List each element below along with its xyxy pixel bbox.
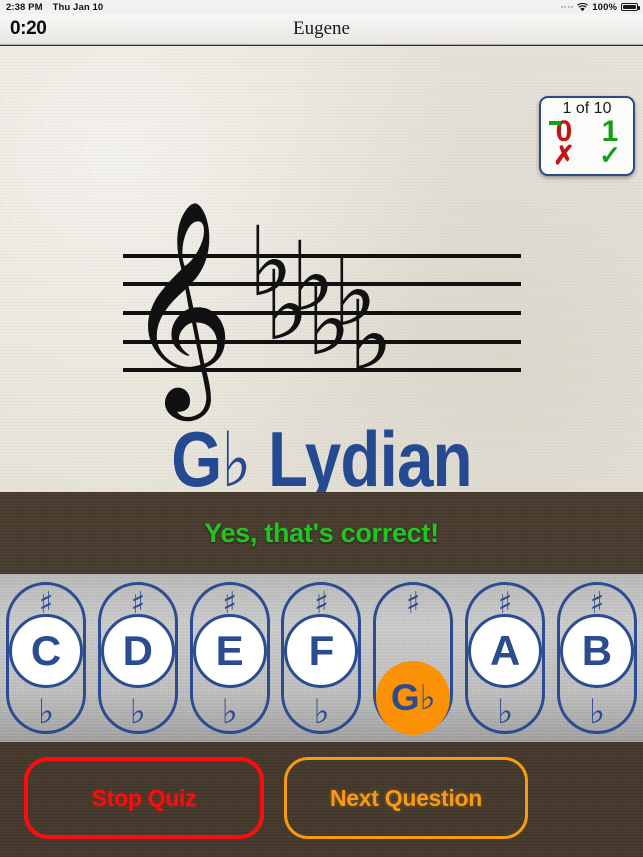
signal-dots-icon bbox=[560, 6, 574, 8]
note-button-f[interactable]: ♯ F ♭ bbox=[281, 582, 362, 734]
note-letter-a[interactable]: A bbox=[468, 614, 543, 688]
score-box[interactable]: 1 of 10 0 ✗ 1 ✓ bbox=[539, 96, 635, 176]
cross-icon: ✗ bbox=[553, 139, 575, 170]
treble-clef-icon: 𝄞 bbox=[126, 199, 235, 412]
note-button-e[interactable]: ♯ E ♭ bbox=[189, 582, 270, 734]
next-question-button[interactable]: Next Question bbox=[284, 757, 528, 839]
wifi-icon bbox=[577, 2, 589, 12]
feedback-strip: Yes, that's correct! bbox=[0, 492, 643, 574]
page-title: Eugene bbox=[293, 18, 350, 39]
check-icon: ✓ bbox=[599, 139, 621, 170]
note-button-d[interactable]: ♯ D ♭ bbox=[97, 582, 178, 734]
answer-letter: G bbox=[171, 415, 222, 503]
flat-icon[interactable]: ♭ bbox=[560, 695, 634, 729]
note-button-b[interactable]: ♯ B ♭ bbox=[556, 582, 637, 734]
battery-full-icon bbox=[621, 3, 640, 11]
flat-icon: ♭ bbox=[419, 678, 436, 718]
battery-percent-label: 100% bbox=[592, 1, 617, 13]
score-dash-marker bbox=[549, 121, 561, 125]
note-letter-g: G bbox=[390, 677, 420, 718]
flat-icon[interactable]: ♭ bbox=[284, 695, 358, 729]
navigation-bar: 0:20 Eugene bbox=[0, 14, 643, 45]
note-button-c[interactable]: ♯ C ♭ bbox=[6, 582, 86, 734]
note-letter-g-flat-selected[interactable]: G ♭ bbox=[376, 661, 451, 735]
note-letter-c[interactable]: C bbox=[9, 614, 83, 688]
note-letter-f[interactable]: F bbox=[284, 614, 359, 688]
flat-icon[interactable]: ♭ bbox=[193, 695, 267, 729]
status-bar-time: 2:38 PM bbox=[6, 1, 43, 13]
status-bar: 2:38 PM Thu Jan 10 100% bbox=[0, 0, 643, 14]
note-letter-e[interactable]: E bbox=[192, 614, 267, 688]
feedback-text: Yes, that's correct! bbox=[204, 517, 439, 548]
note-letter-b[interactable]: B bbox=[559, 614, 634, 688]
status-bar-date: Thu Jan 10 bbox=[52, 1, 104, 13]
note-button-g[interactable]: ♯ G♭ ♭ bbox=[373, 582, 454, 735]
question-display-area: 𝄞 ♭ ♭ ♭ ♭ ♭ ♭ G♭ Lydian 1 of 10 0 ✗ 1 ✓ bbox=[0, 46, 643, 504]
stop-quiz-button[interactable]: Stop Quiz bbox=[24, 757, 264, 839]
note-button-a[interactable]: ♯ A ♭ bbox=[465, 582, 546, 734]
wrong-score: 0 ✗ bbox=[553, 117, 575, 170]
right-score: 1 ✓ bbox=[599, 117, 621, 170]
flat-icon[interactable]: ♭ bbox=[9, 695, 83, 729]
note-letter-d[interactable]: D bbox=[100, 614, 175, 688]
key-signature-flat: ♭ bbox=[348, 280, 394, 392]
answer-accidental: ♭ bbox=[221, 415, 251, 504]
bottom-action-bar: Stop Quiz Next Question A bbox=[0, 742, 643, 857]
sharp-icon[interactable]: ♯ bbox=[376, 589, 450, 619]
flat-icon[interactable]: ♭ bbox=[468, 695, 542, 729]
flat-icon[interactable]: ♭ bbox=[101, 695, 175, 729]
answer-mode: Lydian bbox=[268, 415, 473, 503]
note-selector-panel: ♯ C ♭ ♯ D ♭ ♯ E ♭ ♯ F ♭ ♯ G♭ ♭ ♯ A ♭ ♯ B… bbox=[0, 574, 643, 742]
